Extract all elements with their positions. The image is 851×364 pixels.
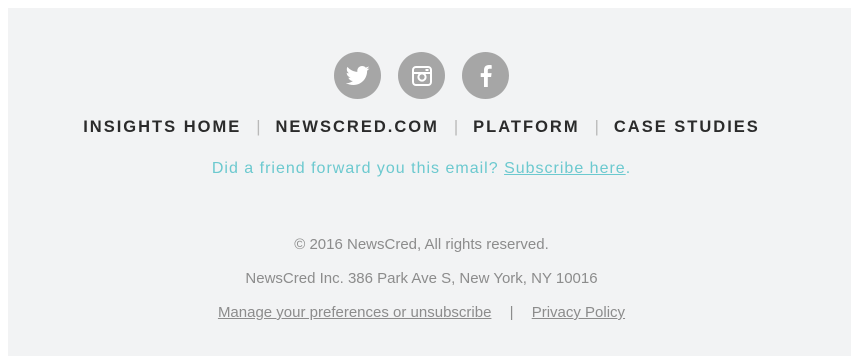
company-address: NewsCred Inc. 386 Park Ave S, New York, … — [245, 270, 598, 287]
twitter-button[interactable] — [334, 52, 381, 99]
nav-insights-home[interactable]: INSIGHTS HOME — [83, 118, 241, 137]
copyright-text: © 2016 NewsCred, All rights reserved. — [294, 236, 549, 253]
nav-case-studies[interactable]: CASE STUDIES — [614, 118, 760, 137]
instagram-button[interactable] — [398, 52, 445, 99]
legal-separator: | — [509, 304, 514, 321]
footer-nav: INSIGHTS HOME | NEWSCRED.COM | PLATFORM … — [0, 118, 843, 137]
nav-platform[interactable]: PLATFORM — [473, 118, 579, 137]
forward-notice: Did a friend forward you this email? Sub… — [0, 160, 843, 178]
manage-preferences-link[interactable]: Manage your preferences or unsubscribe — [218, 304, 492, 321]
twitter-icon — [345, 65, 370, 86]
forward-text: Did a friend forward you this email? — [211, 160, 505, 177]
nav-newscred-com[interactable]: NEWSCRED.COM — [276, 118, 439, 137]
nav-separator: | — [453, 118, 459, 136]
forward-period: . — [625, 160, 632, 177]
instagram-icon — [411, 65, 432, 86]
privacy-policy-link[interactable]: Privacy Policy — [532, 304, 625, 321]
nav-separator: | — [594, 118, 599, 136]
legal-links: Manage your preferences or unsubscribe |… — [0, 304, 843, 321]
social-links — [0, 52, 843, 99]
nav-separator: | — [256, 118, 261, 136]
email-footer: INSIGHTS HOME | NEWSCRED.COM | PLATFORM … — [8, 8, 851, 356]
facebook-button[interactable] — [462, 52, 509, 99]
facebook-icon — [480, 64, 492, 87]
subscribe-link[interactable]: Subscribe here — [504, 160, 626, 177]
